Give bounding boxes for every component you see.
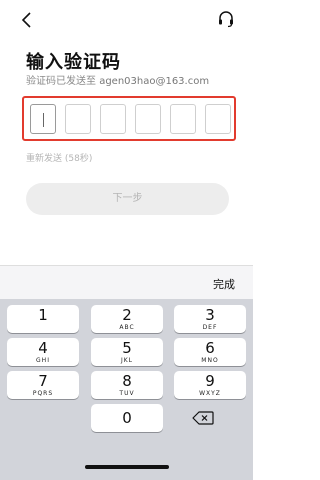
key-6[interactable]: 6 MNO <box>174 338 246 366</box>
key-6-digit: 6 <box>205 339 215 357</box>
code-digit-3[interactable] <box>100 104 126 134</box>
key-0-digit: 0 <box>122 409 132 427</box>
key-6-letters: MNO <box>201 357 219 364</box>
key-3-digit: 3 <box>205 306 215 324</box>
key-1-digit: 1 <box>38 306 48 324</box>
key-blank <box>7 404 79 432</box>
key-2-digit: 2 <box>122 306 132 324</box>
key-9-digit: 9 <box>205 372 215 390</box>
chevron-left-icon[interactable] <box>18 9 38 31</box>
code-digit-5[interactable] <box>170 104 196 134</box>
key-5[interactable]: 5 JKL <box>91 338 163 366</box>
resend-countdown[interactable]: 重新发送 (58秒) <box>26 151 92 164</box>
top-bar <box>0 0 253 40</box>
key-4[interactable]: 4 GHI <box>7 338 79 366</box>
key-2[interactable]: 2 ABC <box>91 305 163 333</box>
key-8[interactable]: 8 TUV <box>91 371 163 399</box>
key-3[interactable]: 3 DEF <box>174 305 246 333</box>
key-7[interactable]: 7 PQRS <box>7 371 79 399</box>
key-0[interactable]: 0 <box>91 404 163 432</box>
sent-to-text: 验证码已发送至 agen03hao@163.com <box>26 72 209 87</box>
key-4-digit: 4 <box>38 339 48 357</box>
backspace-icon[interactable] <box>192 411 214 425</box>
code-digit-6[interactable] <box>205 104 231 134</box>
home-indicator[interactable] <box>85 465 169 469</box>
key-7-digit: 7 <box>38 372 48 390</box>
page-title: 输入验证码 <box>26 52 121 73</box>
done-button[interactable]: 完成 <box>213 276 235 292</box>
key-9-letters: WXYZ <box>199 390 221 397</box>
key-4-letters: GHI <box>36 357 50 364</box>
key-7-letters: PQRS <box>32 390 54 397</box>
keyboard-toolbar: 完成 <box>0 265 253 299</box>
code-digit-2[interactable] <box>65 104 91 134</box>
headset-icon[interactable] <box>217 10 235 28</box>
sent-to-prefix: 验证码已发送至 <box>26 76 100 87</box>
key-8-letters: TUV <box>119 390 135 397</box>
text-caret <box>43 113 44 127</box>
key-5-letters: JKL <box>120 357 134 364</box>
key-2-letters: ABC <box>119 324 135 331</box>
next-step-button[interactable]: 下一步 <box>26 183 229 215</box>
key-9[interactable]: 9 WXYZ <box>174 371 246 399</box>
email-address: agen03hao@163.com <box>99 76 210 87</box>
key-5-digit: 5 <box>122 339 132 357</box>
key-3-letters: DEF <box>202 324 218 331</box>
verification-code-input[interactable] <box>22 96 236 141</box>
key-8-digit: 8 <box>122 372 132 390</box>
key-1[interactable]: 1 <box>7 305 79 333</box>
numeric-keyboard: 完成 1 2 ABC 3 DEF 4 GHI 5 JKL 6 MNO 7 PQRS 8 TUV… <box>0 265 253 480</box>
code-digit-1[interactable] <box>30 104 56 134</box>
code-digit-4[interactable] <box>135 104 161 134</box>
